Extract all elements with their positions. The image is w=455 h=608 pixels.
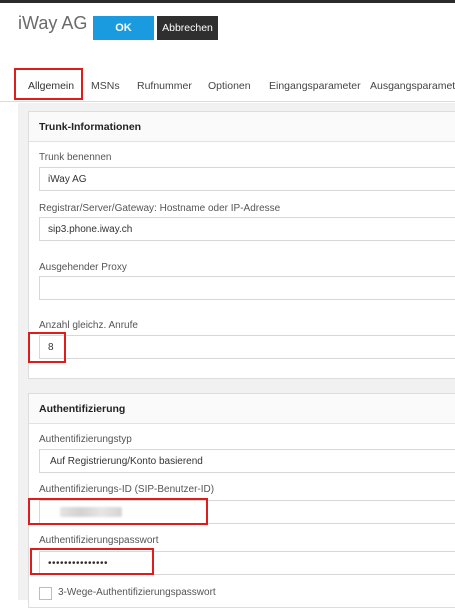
auth-id-input[interactable] [39, 500, 455, 524]
auth-heading: Authentifizierung [29, 394, 455, 424]
redacted-id-blur [60, 507, 122, 517]
registrar-input[interactable]: sip3.phone.iway.ch [39, 217, 455, 241]
tab-ausgangsparameter[interactable]: Ausgangsparameter [370, 70, 455, 102]
cancel-button[interactable]: Abbrechen [157, 16, 218, 40]
registrar-label: Registrar/Server/Gateway: Hostname oder … [39, 203, 281, 214]
concurrent-calls-label: Anzahl gleichz. Anrufe [39, 320, 138, 331]
top-bar [0, 0, 455, 3]
tab-msns[interactable]: MSNs [91, 70, 120, 102]
trunk-name-input[interactable]: iWay AG [39, 167, 455, 191]
auth-type-label: Authentifizierungstyp [39, 434, 132, 445]
tab-optionen[interactable]: Optionen [208, 70, 251, 102]
page-title: iWay AG [18, 13, 88, 33]
tab-rufnummer[interactable]: Rufnummer [137, 70, 192, 102]
outbound-proxy-label: Ausgehender Proxy [39, 262, 127, 273]
tab-allgemein[interactable]: Allgemein [28, 70, 74, 102]
auth-password-input[interactable]: ••••••••••••••• [39, 551, 455, 575]
tab-eingangsparameter[interactable]: Eingangsparameter [269, 70, 361, 102]
outbound-proxy-input[interactable] [39, 276, 455, 300]
auth-type-select[interactable]: Auf Registrierung/Konto basierend [39, 449, 455, 473]
concurrent-calls-input[interactable]: 8 [39, 335, 455, 359]
tab-bar: Allgemein MSNs Rufnummer Optionen Eingan… [0, 70, 455, 102]
threeway-auth-label: 3-Wege-Authentifizierungspasswort [58, 587, 216, 598]
auth-password-label: Authentifizierungspasswort [39, 535, 159, 546]
trunk-info-heading: Trunk-Informationen [29, 112, 455, 142]
trunk-name-label: Trunk benennen [39, 152, 112, 163]
auth-id-label: Authentifizierungs-ID (SIP-Benutzer-ID) [39, 484, 215, 495]
threeway-auth-checkbox[interactable] [39, 587, 52, 600]
ok-button[interactable]: OK [93, 16, 154, 40]
